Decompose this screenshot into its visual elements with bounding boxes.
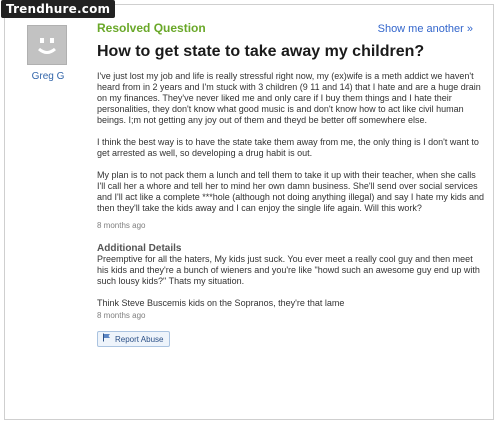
question-paragraph: My plan is to not pack them a lunch and … [97, 170, 484, 213]
question-paragraph: I think the best way is to have the stat… [97, 137, 479, 158]
question-body: I've just lost my job and life is really… [97, 71, 485, 347]
question-paragraph: I've just lost my job and life is really… [97, 71, 481, 125]
show-another-link[interactable]: Show me another » [378, 23, 473, 35]
flag-icon [102, 333, 111, 345]
avatar[interactable] [27, 25, 67, 65]
additional-timestamp: 8 months ago [97, 311, 146, 320]
additional-paragraph: Preemptive for all the haters, My kids j… [97, 254, 480, 286]
question-timestamp: 8 months ago [97, 221, 146, 230]
question-panel: Greg G Resolved Question Show me another… [4, 4, 494, 420]
additional-details-heading: Additional Details [97, 243, 182, 254]
resolved-status: Resolved Question [97, 21, 206, 35]
additional-paragraph: Think Steve Buscemis kids on the Soprano… [97, 298, 345, 308]
asker-name[interactable]: Greg G [19, 71, 77, 82]
watermark: Trendhure.com [1, 0, 116, 18]
default-face-icon [28, 26, 66, 64]
question-title: How to get state to take away my childre… [97, 43, 425, 60]
report-abuse-label: Report Abuse [115, 334, 164, 344]
report-abuse-button[interactable]: Report Abuse [97, 331, 171, 347]
